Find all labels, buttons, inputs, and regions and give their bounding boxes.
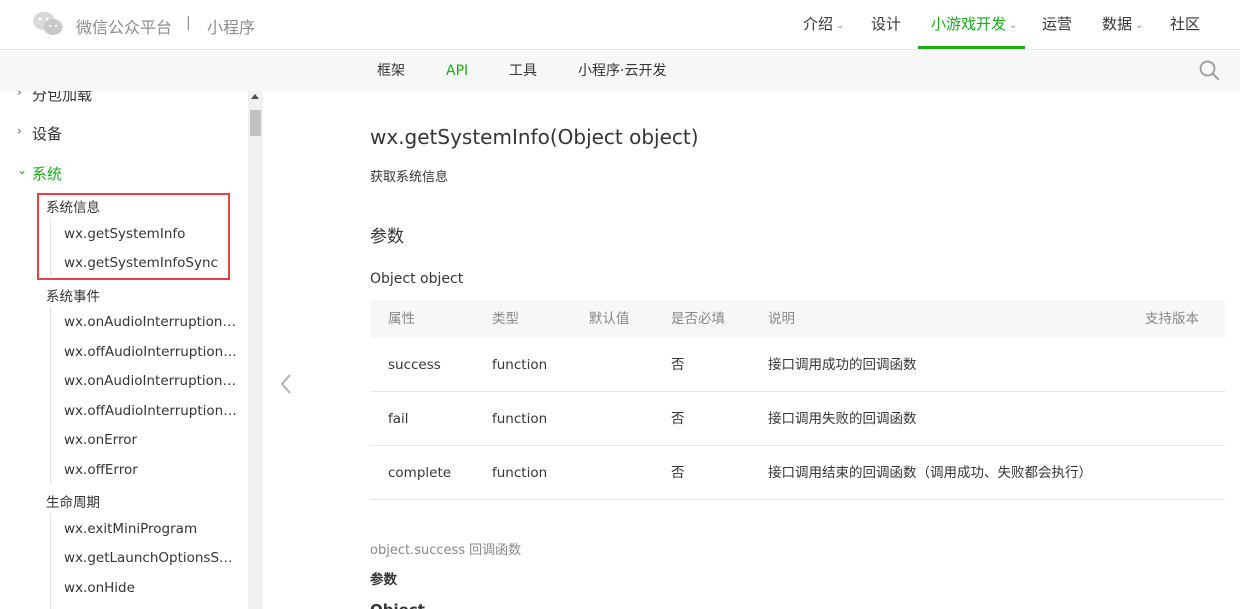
chevron-down-icon: ⌄ <box>17 163 28 177</box>
table-cell: 否 <box>671 411 685 427</box>
table-row: complete function 否 接口调用结束的回调函数（调用成功、失败都… <box>370 446 1225 500</box>
subnav-tools[interactable]: 工具 <box>509 51 537 91</box>
chevron-down-icon: ⌄ <box>836 20 845 31</box>
chevron-right-icon: › <box>17 91 22 99</box>
table-header-cell: 类型 <box>492 311 519 327</box>
table-cell: function <box>492 411 548 427</box>
sidebar-item-subpackage[interactable]: 分包加载 <box>32 91 92 105</box>
active-nav-underline <box>918 46 1025 49</box>
sidebar-leaf-onaudiointerruptionbegin[interactable]: wx.onAudioInterruptionBegin <box>64 314 240 330</box>
table-cell: 否 <box>671 357 685 373</box>
subnav-api[interactable]: API <box>446 51 468 91</box>
table-row: success function 否 接口调用成功的回调函数 <box>370 338 1225 392</box>
table-cell: 接口调用成功的回调函数 <box>768 357 917 373</box>
tree-guide-line <box>50 513 51 609</box>
chevron-down-icon: ⌄ <box>1009 20 1018 31</box>
callback-object-label: Object <box>370 601 425 609</box>
search-icon[interactable] <box>1198 59 1220 81</box>
table-cell: fail <box>388 411 409 427</box>
sidebar-item-system[interactable]: 系统 <box>32 163 62 184</box>
brand-separator: | <box>186 15 191 31</box>
table-cell: complete <box>388 465 452 481</box>
params-heading: 参数 <box>370 227 404 247</box>
table-header-cell: 属性 <box>388 311 415 327</box>
nav-intro-label: 介绍 <box>803 15 834 33</box>
table-header-cell: 说明 <box>768 311 795 327</box>
sidebar-leaf-exitminiprogram[interactable]: wx.exitMiniProgram <box>64 521 240 537</box>
nav-operations-label: 运营 <box>1042 15 1073 33</box>
sidebar-leaf-offerror[interactable]: wx.offError <box>64 462 240 478</box>
api-sidebar: › 分包加载 › 设备 ⌄ 系统 系统信息 wx.getSystemInfo w… <box>0 91 264 609</box>
sidebar-group-system-events[interactable]: 系统事件 <box>46 285 100 305</box>
table-cell: 接口调用结束的回调函数（调用成功、失败都会执行） <box>768 465 1092 481</box>
sidebar-leaf-getlaunchoptionssync[interactable]: wx.getLaunchOptionsSync <box>64 550 240 566</box>
table-cell: 接口调用失败的回调函数 <box>768 411 917 427</box>
callback-label: object.success 回调函数 <box>370 543 522 558</box>
brand-subtitle[interactable]: 小程序 <box>207 14 255 38</box>
sidebar-leaf-onhide[interactable]: wx.onHide <box>64 580 240 596</box>
table-cell: function <box>492 357 548 373</box>
highlight-annotation-box <box>37 193 230 280</box>
nav-design[interactable]: 设计 <box>871 0 901 50</box>
chevron-right-icon: › <box>17 124 22 138</box>
page-title: wx.getSystemInfo(Object object) <box>370 125 699 149</box>
object-param-label: Object object <box>370 271 464 287</box>
sidebar-scrollbar[interactable] <box>248 91 263 609</box>
scroll-up-arrow-icon[interactable] <box>251 94 259 99</box>
sidebar-leaf-onerror[interactable]: wx.onError <box>64 432 240 448</box>
sub-navigation: 框架 API 工具 小程序·云开发 <box>0 51 1240 91</box>
table-cell: 否 <box>671 465 685 481</box>
nav-intro[interactable]: 介绍 ⌄ <box>803 0 844 50</box>
nav-community[interactable]: 社区 <box>1170 0 1200 50</box>
wechat-logo-icon <box>33 12 63 35</box>
nav-design-label: 设计 <box>871 15 902 33</box>
table-row: fail function 否 接口调用失败的回调函数 <box>370 392 1225 446</box>
table-cell: function <box>492 465 548 481</box>
nav-community-label: 社区 <box>1170 15 1201 33</box>
tree-guide-line <box>50 307 51 484</box>
nav-minigame-dev-label: 小游戏开发 <box>931 15 1007 33</box>
nav-data[interactable]: 数据 ⌄ <box>1102 0 1143 50</box>
main-content: wx.getSystemInfo(Object object) 获取系统信息 参… <box>264 91 1240 609</box>
nav-data-label: 数据 <box>1102 15 1133 33</box>
table-header-cell: 支持版本 <box>1145 311 1199 327</box>
sidebar-leaf-offaudiointerruptionbegin[interactable]: wx.offAudioInterruptionBegin <box>64 344 240 360</box>
top-header: 微信公众平台 | 小程序 介绍 ⌄ 设计 小游戏开发 ⌄ 运营 数据 ⌄ 社区 <box>0 0 1240 50</box>
sidebar-item-device[interactable]: 设备 <box>32 123 62 144</box>
nav-operations[interactable]: 运营 <box>1042 0 1072 50</box>
api-description: 获取系统信息 <box>370 170 449 185</box>
callback-params-heading: 参数 <box>370 572 397 588</box>
table-cell: success <box>388 357 441 373</box>
table-header-row: 属性 类型 默认值 是否必填 说明 支持版本 <box>370 300 1225 338</box>
scrollbar-thumb[interactable] <box>250 110 261 136</box>
sidebar-leaf-offaudiointerruptionend[interactable]: wx.offAudioInterruptionEnd <box>64 403 240 419</box>
sidebar-leaf-onaudiointerruptionend[interactable]: wx.onAudioInterruptionEnd <box>64 373 240 389</box>
table-header-cell: 默认值 <box>589 311 630 327</box>
subnav-cloud-dev[interactable]: 小程序·云开发 <box>578 51 666 91</box>
nav-minigame-dev[interactable]: 小游戏开发 ⌄ <box>931 0 1017 50</box>
sidebar-group-lifecycle[interactable]: 生命周期 <box>46 491 100 511</box>
subnav-framework[interactable]: 框架 <box>377 51 405 91</box>
brand-name[interactable]: 微信公众平台 <box>76 14 172 38</box>
table-header-cell: 是否必填 <box>671 311 725 327</box>
chevron-down-icon: ⌄ <box>1135 20 1144 31</box>
